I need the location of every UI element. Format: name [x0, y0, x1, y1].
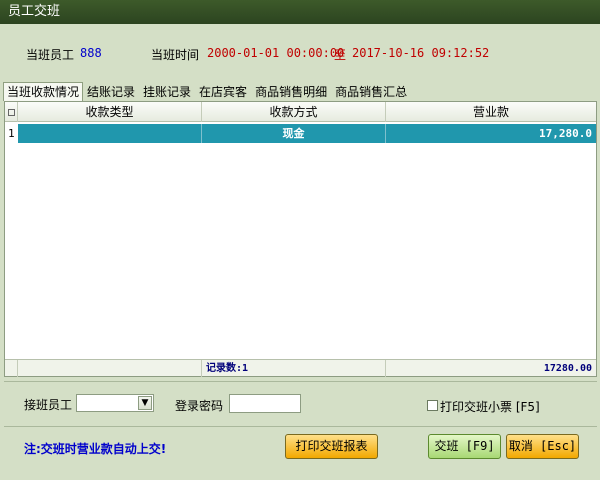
tab-product-sales-detail[interactable]: 商品销售明细: [251, 82, 331, 101]
receipts-grid[interactable]: 收款类型 收款方式 营业款 1 现金 17,280.0 记录数:1 17280.…: [4, 101, 597, 377]
footer-empty: [18, 360, 202, 377]
login-password-input[interactable]: [229, 394, 301, 413]
shift-time-label: 当班时间: [151, 48, 200, 62]
handover-employee-label: 接班员工: [24, 398, 73, 412]
print-ticket-checkbox[interactable]: [427, 400, 438, 411]
shift-time-to: 至: [334, 48, 347, 62]
grid-footer: 记录数:1 17280.00: [5, 359, 596, 377]
handover-employee-select[interactable]: ▼: [76, 394, 154, 412]
tab-in-house-guests[interactable]: 在店宾客: [195, 82, 251, 101]
tab-checkout-records[interactable]: 结账记录: [83, 82, 139, 101]
print-ticket-label[interactable]: 打印交班小票 [F5]: [440, 398, 540, 415]
column-header-revenue[interactable]: 营业款: [386, 102, 596, 122]
tab-current-receipts[interactable]: 当班收款情况: [3, 82, 84, 101]
row-indicator-icon[interactable]: [5, 102, 18, 122]
cell-payment-method[interactable]: 现金: [202, 124, 386, 143]
title-bar: 员工交班: [0, 0, 600, 24]
handover-note: 注:交班时营业款自动上交!: [24, 442, 167, 456]
handover-button[interactable]: 交班 [F9]: [428, 434, 501, 459]
shift-time-start: 2000-01-01 00:00:00: [207, 46, 345, 60]
divider: [4, 426, 597, 427]
current-employee-value: 888: [80, 46, 102, 60]
print-report-button[interactable]: 打印交班报表: [285, 434, 378, 459]
tab-bar: 当班收款情况 结账记录 挂账记录 在店宾客 商品销售明细 商品销售汇总: [3, 82, 411, 101]
grid-header: 收款类型 收款方式 营业款: [5, 102, 596, 122]
login-password-label: 登录密码: [175, 399, 224, 413]
tab-product-sales-summary[interactable]: 商品销售汇总: [331, 82, 411, 101]
footer-indicator: [5, 360, 18, 377]
footer-record-count: 记录数:1: [202, 360, 386, 377]
cancel-button[interactable]: 取消 [Esc]: [506, 434, 579, 459]
row-number: 1: [5, 124, 18, 143]
cell-revenue[interactable]: 17,280.0: [386, 124, 596, 143]
window-title: 员工交班: [8, 4, 61, 19]
current-employee-label: 当班员工: [26, 48, 75, 62]
column-header-receipt-type[interactable]: 收款类型: [18, 102, 202, 122]
tab-credit-records[interactable]: 挂账记录: [139, 82, 195, 101]
footer-total: 17280.00: [543, 363, 592, 374]
column-header-payment-method[interactable]: 收款方式: [202, 102, 386, 122]
divider: [4, 381, 597, 382]
chevron-down-icon[interactable]: ▼: [138, 396, 152, 410]
shift-time-end: 2017-10-16 09:12:52: [352, 46, 490, 60]
cell-receipt-type[interactable]: [18, 124, 202, 143]
table-row[interactable]: 1 现金 17,280.0: [5, 124, 596, 143]
